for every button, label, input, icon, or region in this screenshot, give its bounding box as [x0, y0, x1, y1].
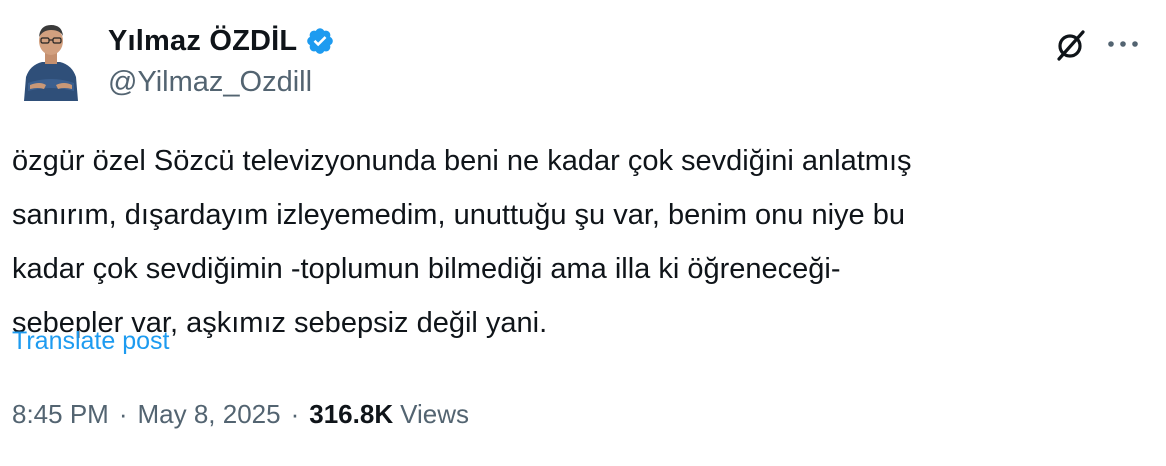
separator: ·	[290, 399, 300, 429]
verified-badge-icon[interactable]	[305, 26, 335, 56]
post-time[interactable]: 8:45 PM	[12, 399, 109, 430]
grok-icon[interactable]	[1054, 28, 1088, 62]
more-icon[interactable]	[1106, 35, 1140, 53]
author-handle[interactable]: @Yilmaz_Ozdill	[108, 66, 335, 99]
translate-post-link[interactable]: Translate post	[12, 327, 169, 356]
separator: ·	[118, 399, 128, 429]
post-date[interactable]: May 8, 2025	[138, 399, 281, 430]
tweet-card: Yılmaz ÖZDİL @Yilmaz_Ozdill özgür özel S…	[0, 0, 1166, 466]
views-count[interactable]: 316.8K	[309, 399, 393, 430]
post-metadata: 8:45 PM · May 8, 2025 · 316.8K Views	[12, 399, 469, 430]
post-text-line: sanırım, dışardayım izleyemedim, unuttuğ…	[12, 199, 905, 231]
views-label: Views	[400, 399, 469, 429]
post-text-line: kadar çok sevdiğimin -toplumun bilmediği…	[12, 253, 841, 285]
post-text-line: sebepler var, aşkımız sebepsiz değil yan…	[12, 307, 548, 339]
avatar[interactable]	[20, 19, 82, 101]
display-name[interactable]: Yılmaz ÖZDİL	[108, 25, 297, 58]
name-row: Yılmaz ÖZDİL	[108, 22, 335, 60]
post-text-line: özgür özel Sözcü televizyonunda beni ne …	[12, 145, 912, 177]
post-text: özgür özel Sözcü televizyonunda beni ne …	[12, 134, 1132, 350]
author-info: Yılmaz ÖZDİL @Yilmaz_Ozdill	[108, 22, 335, 99]
